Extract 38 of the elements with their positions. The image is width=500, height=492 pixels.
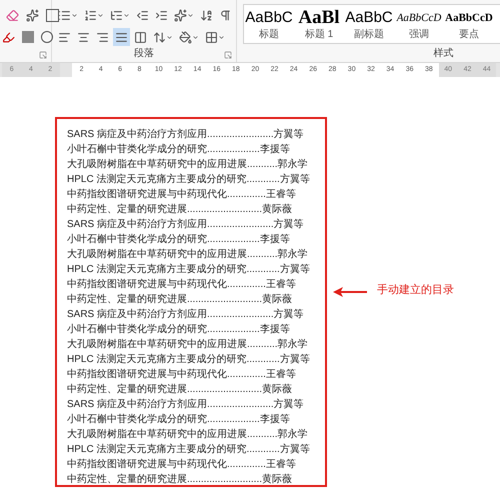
style-item[interactable]: AaBbCcD 要点 <box>444 5 494 43</box>
toc-entry: 小叶石槲中苷类化学成分的研究...................李援等 <box>67 142 291 157</box>
toc-entry: 中药定性、定量的研究进展...........................黄际薇 <box>67 382 294 397</box>
toc-entry: 中药定性、定量的研究进展...........................黄际薇 <box>67 202 294 217</box>
arrow-icon <box>333 287 367 297</box>
toc-entry: SARS 病症及中药治疗方剂应用........................方翼等 <box>67 128 305 142</box>
character-border-icon[interactable] <box>44 6 61 24</box>
toc-entry: 大孔吸附树脂在中草药研究中的应用进展...........郭永学 <box>67 428 309 442</box>
annotation-text: 手动建立的目录 <box>377 282 454 298</box>
style-item[interactable]: AaBbC 标题 <box>244 5 294 43</box>
toc-entry: 中药指纹图谱研究进展与中药现代化..............王睿等 <box>67 368 297 382</box>
toc-entry: 中药定性、定量的研究进展...........................黄际薇 <box>67 292 294 307</box>
toc-entry: 大孔吸附树脂在中草药研究中的应用进展...........郭永学 <box>67 158 309 172</box>
group-label: 段落 <box>134 46 154 61</box>
toc-entry: 小叶石槲中苷类化学成分的研究...................李援等 <box>67 322 291 337</box>
dialog-launcher-icon[interactable] <box>39 51 47 59</box>
style-item[interactable]: AaBl 标题 1 <box>294 5 344 43</box>
toc-entry: 中药指纹图谱研究进展与中药现代化..............王睿等 <box>67 188 297 202</box>
toc-entry: SARS 病症及中药治疗方剂应用........................方翼等 <box>67 398 305 412</box>
toc-entry: SARS 病症及中药治疗方剂应用........................方翼等 <box>67 218 305 232</box>
toc-entry: 中药指纹图谱研究进展与中药现代化..............王睿等 <box>67 278 297 292</box>
toc-entry: HPLC 法测定天元克痛方主要成分的研究............方翼等 <box>67 172 311 187</box>
toc-entry: 小叶石槲中苷类化学成分的研究...................李援等 <box>67 412 291 427</box>
toc-entry: SARS 病症及中药治疗方剂应用........................方翼等 <box>67 308 305 322</box>
toc-entry: HPLC 法测定天元克痛方主要成分的研究............方翼等 <box>67 262 311 277</box>
style-item[interactable]: AaBbCcD 强调 <box>394 5 444 43</box>
toc-entry: 中药指纹图谱研究进展与中药现代化..............王睿等 <box>67 458 297 472</box>
toc-entry: HPLC 法测定天元克痛方主要成分的研究............方翼等 <box>67 442 311 457</box>
style-item[interactable]: AaBbC 副标题 <box>344 5 394 43</box>
dialog-launcher-icon[interactable] <box>224 51 232 59</box>
toc-entry: 大孔吸附树脂在中草药研究中的应用进展...........郭永学 <box>67 248 309 262</box>
character-shading-icon[interactable] <box>20 28 36 46</box>
justify-icon[interactable] <box>113 28 130 46</box>
toc-entry: 小叶石槲中苷类化学成分的研究...................李援等 <box>67 232 291 247</box>
group-label: 样式 <box>434 46 454 61</box>
toc-entry: 大孔吸附树脂在中草药研究中的应用进展...........郭永学 <box>67 338 309 352</box>
toc-entry: 中药定性、定量的研究进展...........................黄际薇 <box>67 472 294 487</box>
toc-entry: HPLC 法测定天元克痛方主要成分的研究............方翼等 <box>67 352 311 367</box>
